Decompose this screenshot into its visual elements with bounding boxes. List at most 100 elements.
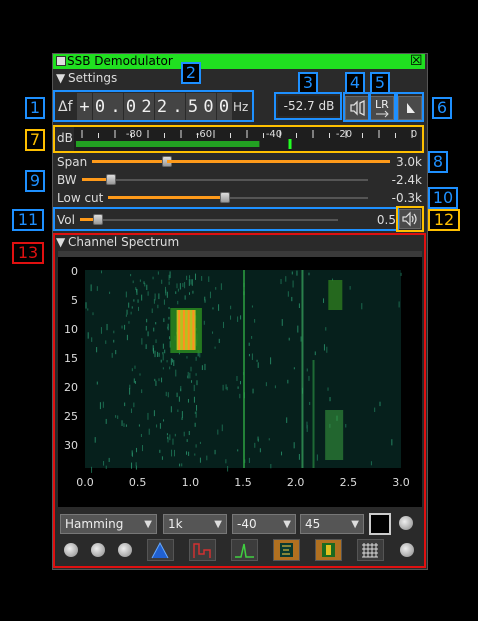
waterfall-noise <box>195 356 197 361</box>
delta-f-digit[interactable]: 0 <box>216 93 232 121</box>
waterfall-noise <box>169 434 171 441</box>
waterfall-noise <box>286 417 288 423</box>
delta-f-digit[interactable]: 2 <box>139 93 154 121</box>
fft-size-select[interactable]: 1k ▼ <box>163 514 227 534</box>
waterfall-noise <box>91 337 93 342</box>
waterfall-noise <box>100 327 102 334</box>
waterfall-noise <box>184 281 186 289</box>
waterfall-noise <box>309 401 311 405</box>
waterfall-noise <box>281 319 283 326</box>
spectrogram-icon <box>322 543 335 557</box>
tone-line <box>243 270 245 468</box>
waterfall-noise <box>345 423 347 428</box>
waterfall-noise <box>125 424 127 427</box>
decay-dial[interactable] <box>399 516 413 530</box>
color-swatch[interactable] <box>369 513 391 535</box>
delta-f-digit[interactable]: 2 <box>154 93 170 121</box>
close-icon[interactable]: ☒ <box>410 53 423 69</box>
waterfall-noise <box>292 280 294 288</box>
spectrum-flip-button[interactable] <box>398 96 422 120</box>
waterfall-noise <box>237 316 239 322</box>
delta-f-digit[interactable]: 0 <box>201 93 216 121</box>
waterfall-noise <box>240 315 242 320</box>
meter-peak-marker <box>288 139 292 149</box>
trace-display-toggle[interactable] <box>231 539 258 561</box>
waterfall-y-tick: 20 <box>64 381 78 394</box>
ref-level-select[interactable]: -40 ▼ <box>232 514 296 534</box>
waterfall-display[interactable]: 0 5 10 15 20 25 30 0.0 0.5 1.0 1.5 2.0 2.5 3.0 <box>58 257 422 507</box>
waterfall-noise <box>306 425 308 432</box>
callout-6: 6 <box>432 97 452 119</box>
delta-f-digit[interactable]: + <box>77 93 92 121</box>
waterfall-x-tick: 0.5 <box>129 476 147 489</box>
waterfall-noise <box>259 448 261 453</box>
delta-f-digit[interactable]: . <box>170 93 185 121</box>
waterfall-noise <box>165 391 167 397</box>
maxhold-toggle[interactable] <box>147 539 174 561</box>
waterfall-noise <box>293 442 295 449</box>
waterfall-noise <box>230 305 232 310</box>
trace-icon <box>235 543 254 558</box>
settings-arrow-icon[interactable]: ▼ <box>56 71 65 85</box>
waterfall-noise <box>135 447 137 453</box>
waterfall-noise <box>99 402 101 410</box>
current-trace-toggle[interactable] <box>189 539 216 561</box>
delta-f-digit[interactable]: 0 <box>92 93 108 121</box>
window-menu-icon[interactable] <box>56 56 66 66</box>
delta-f-digit[interactable]: 5 <box>185 93 201 121</box>
lr-flip-button[interactable]: LR <box>370 96 394 120</box>
waterfall-noise <box>155 380 157 386</box>
waterfall-noise <box>300 336 302 342</box>
audio-mute-button[interactable] <box>399 209 421 229</box>
waterfall-noise <box>176 392 178 398</box>
waterfall-noise <box>164 349 166 354</box>
vol-slider-handle[interactable] <box>93 214 104 225</box>
range-select[interactable]: 45 ▼ <box>300 514 364 534</box>
waterfall-noise <box>131 368 133 372</box>
waterfall-y-tick: 25 <box>64 410 78 423</box>
waterfall-noise <box>153 327 155 332</box>
speaker-icon <box>402 211 417 227</box>
window-function-select[interactable]: Hamming ▼ <box>60 514 157 534</box>
waterfall-noise <box>177 409 179 412</box>
waterfall-noise <box>158 293 160 300</box>
waterfall-noise <box>131 450 133 456</box>
waterfall-noise <box>239 381 241 385</box>
waterfall-noise <box>96 381 98 385</box>
settings-section-label[interactable]: Settings <box>68 71 117 85</box>
waterfall-noise <box>130 408 132 413</box>
delta-f-digit[interactable]: . <box>108 93 123 121</box>
vol-slider-track[interactable] <box>80 219 338 221</box>
stroke-dial[interactable] <box>118 543 132 557</box>
lowcut-slider-handle[interactable] <box>220 192 230 203</box>
waterfall-noise <box>192 290 194 294</box>
waterfall-noise <box>163 299 165 305</box>
waterfall-noise <box>191 279 193 286</box>
bw-slider-track[interactable] <box>82 179 368 181</box>
waterfall-noise <box>223 321 225 329</box>
waterfall-noise <box>161 377 163 383</box>
grid-toggle[interactable] <box>357 539 384 561</box>
waterfall-x-tick: 1.0 <box>182 476 200 489</box>
waterfall-y-tick: 30 <box>64 439 78 452</box>
waterfall-noise <box>177 288 179 292</box>
averaging-dial[interactable] <box>64 543 78 557</box>
tone-line <box>312 360 315 468</box>
waterfall-noise <box>189 372 191 379</box>
delta-f-digit[interactable]: 0 <box>123 93 139 121</box>
bw-value: -2.4k <box>391 173 422 187</box>
waterfall-noise <box>270 464 272 469</box>
fps-dial[interactable] <box>91 543 105 557</box>
waterfall-noise <box>265 382 267 387</box>
vol-label: Vol <box>57 213 75 227</box>
spectrum-arrow-icon[interactable]: ▼ <box>56 235 65 249</box>
bw-slider-handle[interactable] <box>105 174 116 185</box>
grid-intensity-dial[interactable] <box>400 543 414 557</box>
waterfall-noise <box>248 353 250 357</box>
spectrum-section-label[interactable]: Channel Spectrum <box>68 235 179 249</box>
waterfall-toggle[interactable] <box>273 539 300 561</box>
waterfall-noise <box>105 340 107 344</box>
binaural-button[interactable] <box>345 96 369 120</box>
spectrogram-toggle[interactable] <box>315 539 342 561</box>
waterfall-noise <box>141 389 143 394</box>
